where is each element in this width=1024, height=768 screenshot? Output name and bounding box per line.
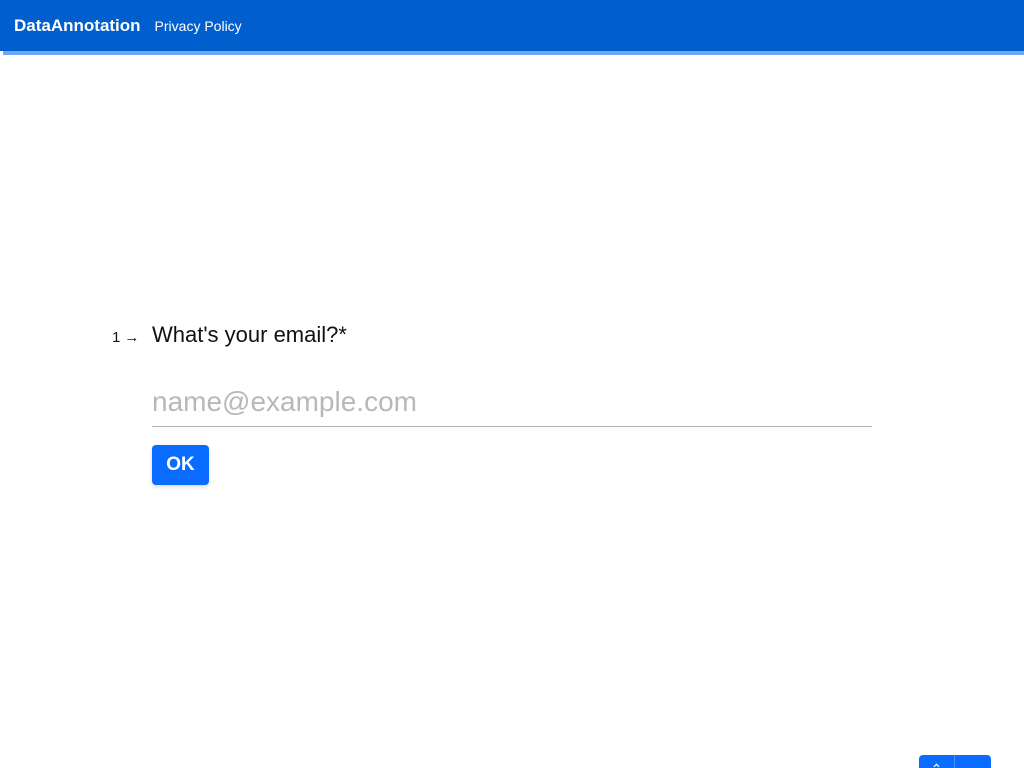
privacy-policy-link[interactable]: Privacy Policy <box>155 18 242 34</box>
question-number-wrap: 1 → <box>112 329 152 346</box>
chevron-down-icon: ⌄ <box>967 761 979 768</box>
top-navbar: DataAnnotation Privacy Policy <box>0 0 1024 51</box>
question-number: 1 <box>112 329 121 346</box>
previous-question-button[interactable]: ⌃ <box>919 755 955 768</box>
question-navigation: ⌃ ⌄ <box>919 755 992 768</box>
brand-link[interactable]: DataAnnotation <box>14 16 141 36</box>
chevron-up-icon: ⌃ <box>931 761 943 768</box>
next-question-button[interactable]: ⌄ <box>955 755 991 768</box>
question-header: 1 → What's your email?* <box>112 322 347 348</box>
email-input[interactable] <box>152 380 872 427</box>
ok-button[interactable]: OK <box>152 445 209 485</box>
question-text: What's your email?* <box>152 322 347 347</box>
arrow-right-icon: → <box>124 329 140 346</box>
answer-container <box>152 380 872 427</box>
navbar-progress-bar <box>3 51 1024 55</box>
